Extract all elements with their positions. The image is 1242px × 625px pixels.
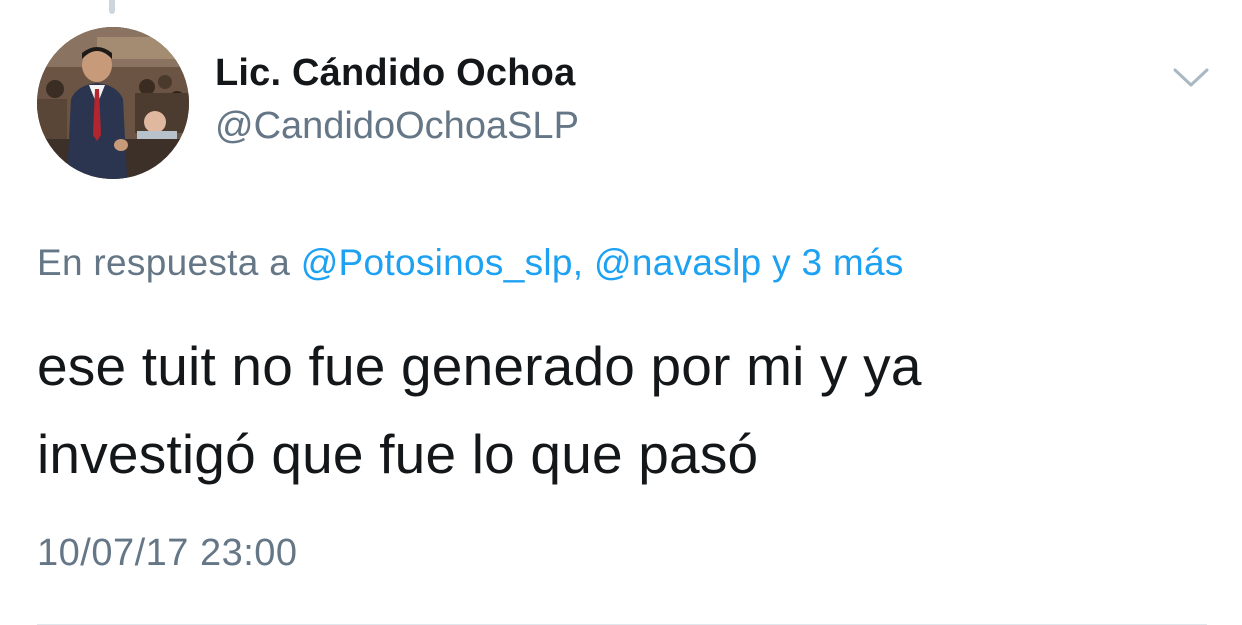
tweet-text-line: investigó que fue lo que pasó: [37, 423, 759, 485]
tweet-text-line: ese tuit no fue generado por mi y ya: [37, 335, 922, 397]
mention-link-navaslp[interactable]: @navaslp: [594, 242, 762, 283]
reply-prefix: En respuesta a: [37, 242, 291, 283]
reply-context: En respuesta a @Potosinos_slp, @navaslp …: [37, 242, 904, 284]
thread-connector-line: [109, 0, 115, 14]
avatar-photo: [37, 27, 189, 179]
author-handle[interactable]: @CandidoOchoaSLP: [215, 105, 579, 148]
tweet-text: ese tuit no fue generado por mi y ya inv…: [37, 322, 1207, 498]
mention-link-potosinos[interactable]: @Potosinos_slp,: [301, 242, 584, 283]
author-display-name[interactable]: Lic. Cándido Ochoa: [215, 52, 575, 95]
reply-more-link[interactable]: y 3 más: [772, 242, 904, 283]
avatar[interactable]: [37, 27, 189, 179]
chevron-down-icon[interactable]: [1170, 62, 1212, 92]
tweet-timestamp[interactable]: 10/07/17 23:00: [37, 532, 298, 575]
